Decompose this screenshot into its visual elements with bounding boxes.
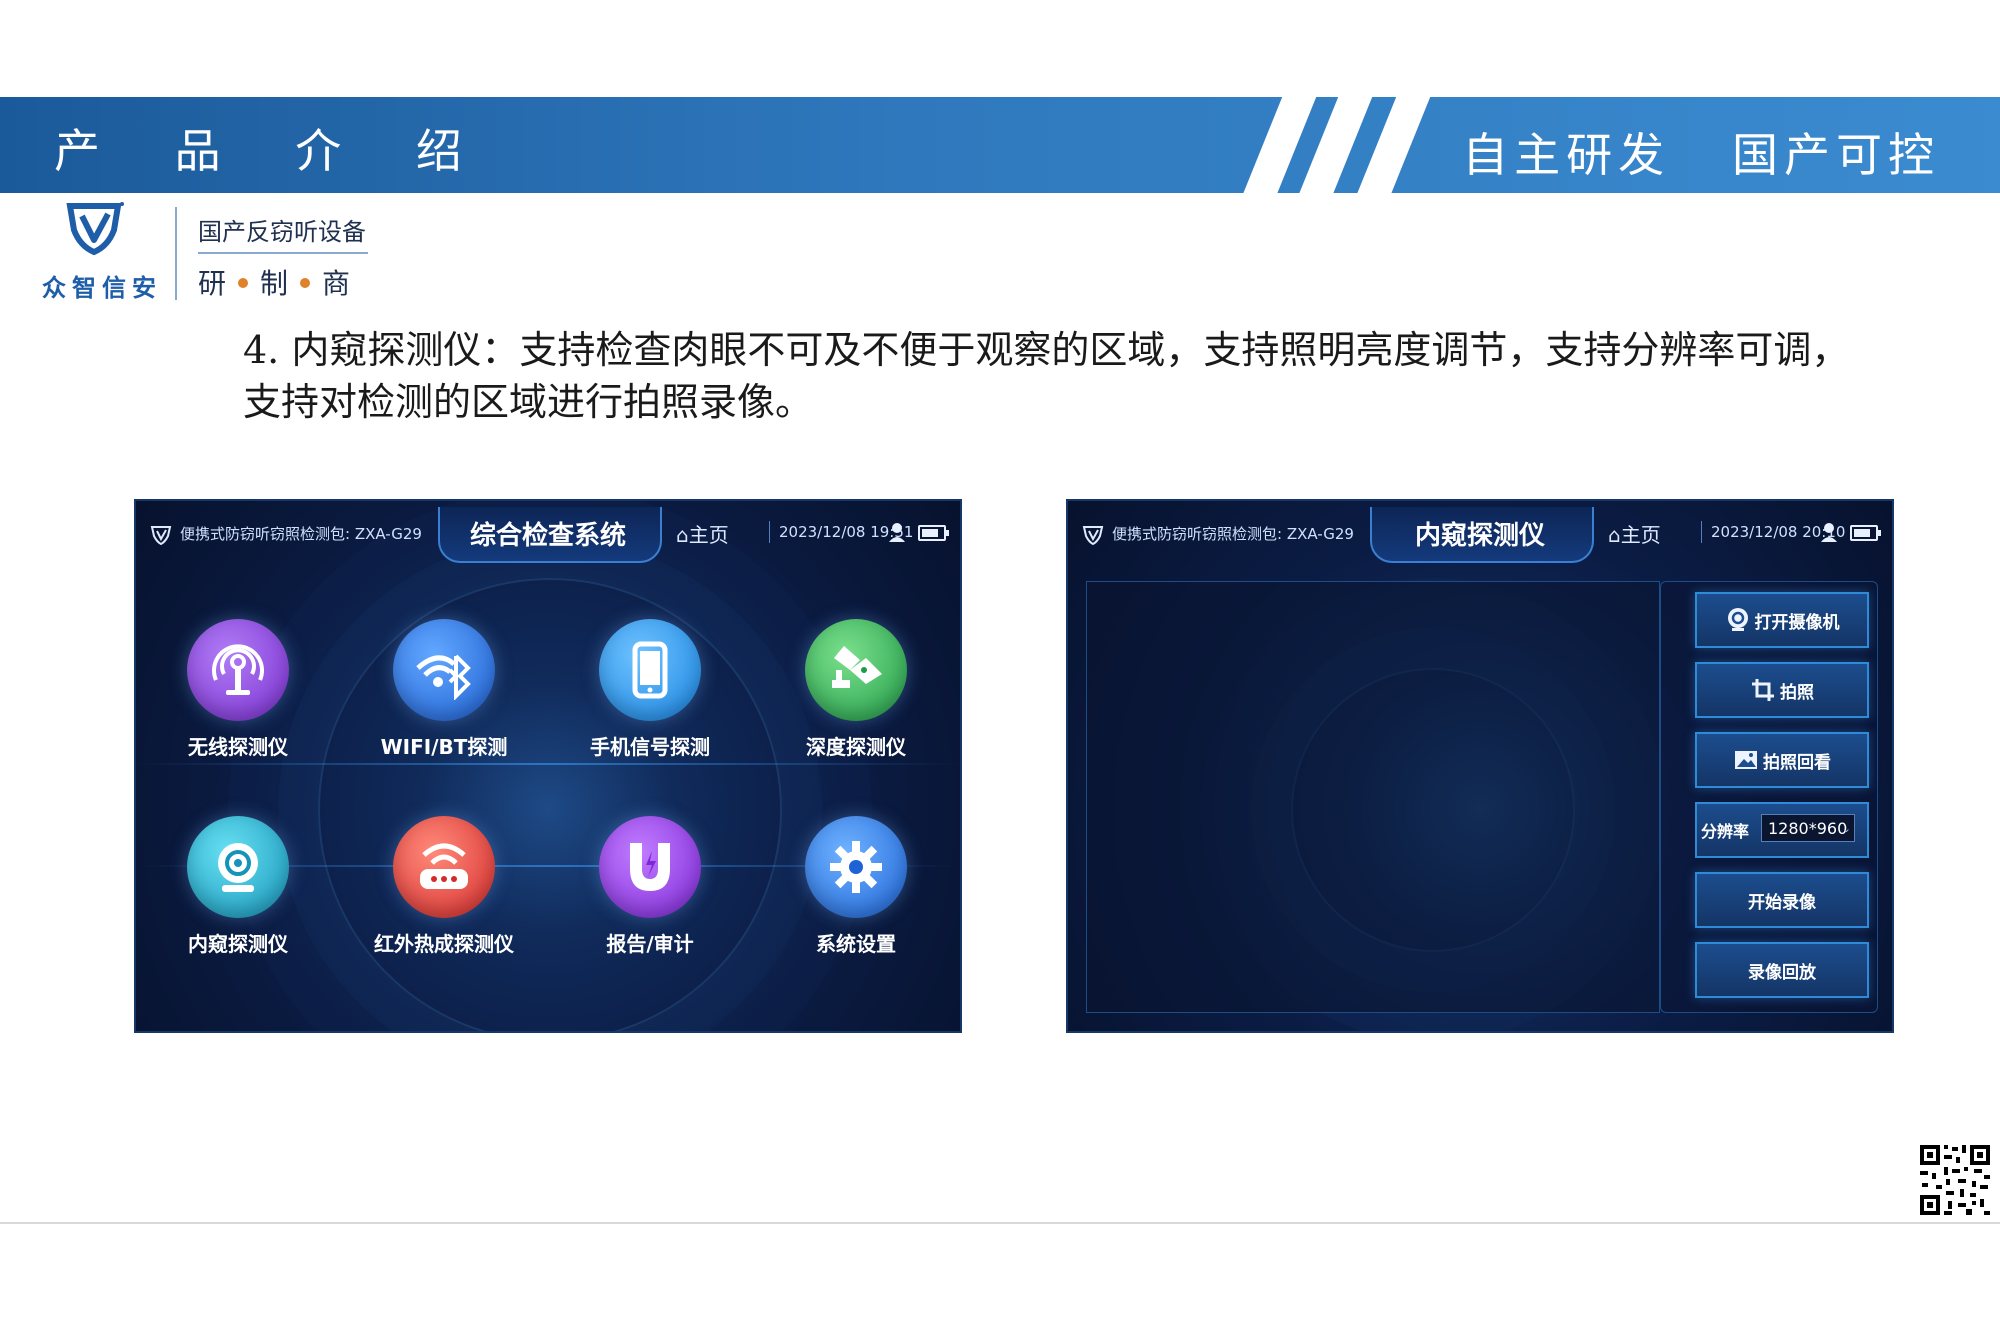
app-icon-bg	[187, 816, 289, 918]
app-label: 深度探测仪	[806, 735, 906, 759]
capture-button[interactable]: 拍照	[1695, 662, 1869, 718]
app-icon-bg	[805, 619, 907, 721]
resolution-value: 1280*960	[1768, 819, 1848, 838]
glow-line	[136, 763, 960, 765]
product-name: 便携式防窃听窃照检测包: ZXA-G29	[180, 525, 422, 543]
app-wifi-bt[interactable]: WIFI/BT探测	[364, 619, 524, 760]
role-research: 研	[198, 267, 227, 300]
dot-icon	[300, 277, 311, 288]
top-bar: 便携式防窃听窃照检测包: ZXA-G29 综合检查系统 ⌂主页 2023/12/…	[136, 501, 960, 563]
resolution-label: 分辨率	[1701, 822, 1750, 841]
product-description: 4. 内窥探测仪：支持检查肉眼不可及不便于观察的区域，支持照明亮度调节，支持分辨…	[243, 328, 1850, 424]
home-icon: ⌂	[1608, 523, 1621, 547]
screen-main-menu: 便携式防窃听窃照检测包: ZXA-G29 综合检查系统 ⌂主页 2023/12/…	[134, 499, 962, 1033]
image-icon	[1735, 751, 1757, 769]
logo-divider	[175, 207, 177, 300]
product-name: 便携式防窃听窃照检测包: ZXA-G29	[1112, 525, 1354, 543]
tagline-underline	[198, 252, 368, 254]
app-phone-signal[interactable]: 手机信号探测	[570, 619, 730, 760]
battery-icon	[1850, 525, 1881, 541]
endoscope-icon	[218, 843, 258, 892]
dot-icon	[238, 277, 249, 288]
camera-viewport[interactable]	[1086, 581, 1660, 1013]
camera-detect-icon	[832, 646, 882, 688]
app-report-audit[interactable]: 报告/审计	[570, 816, 730, 957]
screen-title: 内窥探测仪	[1414, 521, 1545, 551]
app-label: 手机信号探测	[590, 735, 710, 759]
gear-icon	[830, 841, 882, 893]
page-title: 产 品 介 绍	[54, 124, 492, 178]
app-icon-bg	[599, 816, 701, 918]
app-label: 系统设置	[816, 932, 896, 956]
brand-roles: 研制商	[198, 262, 350, 302]
role-manufacture: 制	[260, 267, 289, 300]
router-icon	[420, 843, 468, 889]
divider	[1701, 521, 1702, 543]
resolution-select[interactable]: 1280*960 ⌄	[1761, 814, 1855, 842]
record-playback-button[interactable]: 录像回放	[1695, 942, 1869, 998]
chevron-down-icon: ⌄	[1841, 822, 1851, 835]
resolution-control: 分辨率 1280*960 ⌄	[1695, 802, 1869, 858]
shield-v-icon	[66, 202, 124, 256]
start-record-button[interactable]: 开始录像	[1695, 872, 1869, 928]
shield-v-icon	[1082, 525, 1104, 545]
footer-divider	[0, 1222, 2000, 1224]
header-band: 产 品 介 绍 自主研发 国产可控	[0, 97, 2000, 193]
role-supplier: 商	[322, 267, 351, 300]
button-label: 打开摄像机	[1754, 612, 1840, 633]
home-label: 主页	[688, 523, 729, 547]
top-bar: 便携式防窃听窃照检测包: ZXA-G29 内窥探测仪 ⌂主页 2023/12/0…	[1068, 501, 1892, 563]
app-icon-bg	[599, 619, 701, 721]
webcam-icon	[1727, 608, 1748, 631]
app-label: WIFI/BT探测	[380, 735, 508, 759]
app-depth-detector[interactable]: 深度探测仪	[776, 619, 936, 760]
brand-name: 众智信安	[42, 273, 162, 302]
app-label: 内窥探测仪	[188, 932, 288, 956]
app-icon-bg	[805, 816, 907, 918]
product-label: 便携式防窃听窃照检测包: ZXA-G29	[150, 523, 422, 545]
open-camera-button[interactable]: 打开摄像机	[1695, 592, 1869, 648]
antenna-icon	[212, 644, 264, 695]
app-label: 无线探测仪	[188, 735, 288, 759]
shield-v-icon	[150, 525, 172, 545]
qr-code-icon	[1918, 1143, 1992, 1217]
battery-icon	[918, 525, 949, 541]
app-icon-bg	[393, 816, 495, 918]
button-label: 拍照回看	[1763, 752, 1831, 773]
crop-icon	[1752, 679, 1774, 701]
app-infrared-thermal[interactable]: 红外热成探测仪	[364, 816, 524, 957]
home-icon: ⌂	[676, 523, 689, 547]
button-label: 开始录像	[1748, 892, 1816, 913]
app-endoscope[interactable]: 内窥探测仪	[158, 816, 318, 957]
app-system-settings[interactable]: 系统设置	[776, 816, 936, 957]
slogan: 自主研发 国产可控	[1462, 128, 1940, 182]
app-label: 报告/审计	[606, 932, 694, 956]
user-icon[interactable]	[888, 521, 910, 543]
brand-tagline: 国产反窃听设备	[198, 218, 366, 246]
photo-review-button[interactable]: 拍照回看	[1695, 732, 1869, 788]
button-label: 拍照	[1780, 682, 1814, 703]
magnet-icon	[630, 843, 670, 891]
app-icon-bg	[393, 619, 495, 721]
app-icon-bg	[187, 619, 289, 721]
app-wireless-detector[interactable]: 无线探测仪	[158, 619, 318, 760]
app-label: 红外热成探测仪	[374, 932, 514, 956]
control-panel: 打开摄像机 拍照 拍照回看 分辨率 1280*960 ⌄ 开始录像 录像回放	[1660, 581, 1878, 1013]
button-label: 录像回放	[1748, 962, 1816, 983]
home-label: 主页	[1620, 523, 1661, 547]
divider	[769, 521, 770, 543]
screen-endoscope: 便携式防窃听窃照检测包: ZXA-G29 内窥探测仪 ⌂主页 2023/12/0…	[1066, 499, 1894, 1033]
product-label: 便携式防窃听窃照检测包: ZXA-G29	[1082, 523, 1354, 545]
wifi-bluetooth-icon	[416, 654, 471, 700]
screen-title: 综合检查系统	[469, 521, 626, 551]
user-icon[interactable]	[1820, 521, 1842, 543]
home-button[interactable]: ⌂主页	[676, 519, 729, 548]
phone-icon	[632, 641, 668, 699]
home-button[interactable]: ⌂主页	[1608, 519, 1661, 548]
